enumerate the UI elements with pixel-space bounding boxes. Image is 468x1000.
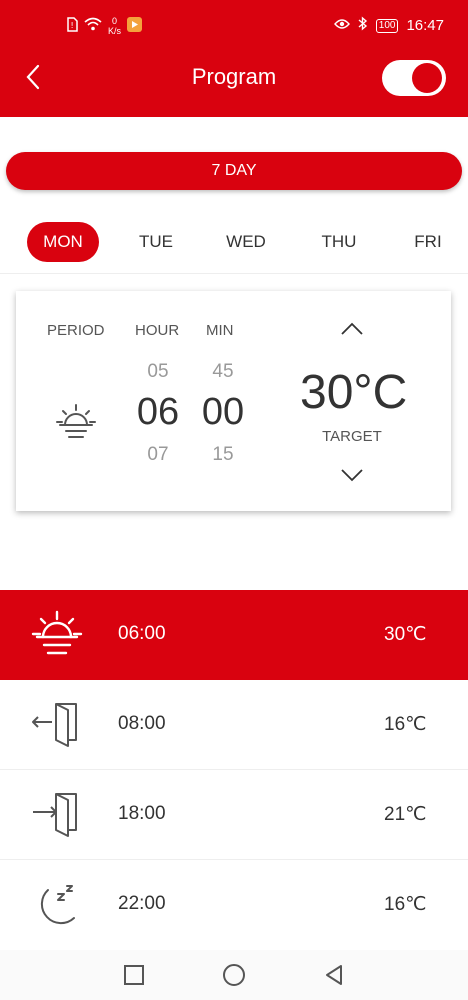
- eye-icon: [333, 17, 350, 34]
- chevron-down-icon: [341, 469, 363, 482]
- tab-tue[interactable]: TUE: [126, 222, 186, 262]
- tab-mon[interactable]: MON: [27, 222, 99, 262]
- chevron-up-icon: [341, 322, 363, 335]
- home-button[interactable]: [222, 963, 246, 987]
- status-left: ! 0 K/s: [66, 16, 143, 36]
- status-bar: ! 0 K/s 100 16:47: [0, 0, 468, 50]
- triangle-back-icon: [326, 965, 342, 985]
- hour-picker[interactable]: 05 06 07: [128, 361, 188, 466]
- program-enable-toggle[interactable]: [382, 60, 446, 96]
- network-speed-value: 0: [112, 16, 118, 26]
- status-right: 100 16:47: [333, 16, 444, 35]
- hour-next: 07: [147, 444, 169, 465]
- min-next: 15: [212, 444, 234, 465]
- hour-prev: 05: [147, 361, 169, 382]
- program-row[interactable]: 06:00 30℃: [0, 590, 468, 680]
- min-label: MIN: [206, 322, 234, 339]
- temp-down-button[interactable]: [339, 467, 365, 483]
- network-speed: 0 K/s: [108, 16, 121, 36]
- clock: 16:47: [406, 17, 444, 34]
- app-notification-icon: [127, 16, 143, 36]
- program-icon: [30, 790, 84, 840]
- program-temp: 16℃: [384, 714, 427, 735]
- network-speed-unit: K/s: [108, 26, 122, 36]
- target-temperature-value: 30: [300, 366, 354, 419]
- schedule-mode-button[interactable]: 7 DAY: [6, 152, 462, 190]
- tab-thu[interactable]: THU: [309, 222, 369, 262]
- hour-current: 06: [136, 391, 180, 433]
- period-label: PERIOD: [47, 322, 105, 339]
- program-row[interactable]: 18:00 21℃: [0, 770, 468, 860]
- return-home-icon: [33, 793, 77, 837]
- period-selector[interactable]: [54, 403, 98, 443]
- program-time: 18:00: [118, 803, 166, 824]
- wifi-icon: [84, 17, 102, 35]
- system-nav-bar: [0, 950, 468, 1000]
- circle-icon: [223, 964, 245, 986]
- header: ! 0 K/s 100 16:47 Program: [0, 0, 468, 117]
- leave-home-icon: [32, 703, 77, 747]
- program-time: 22:00: [118, 893, 166, 914]
- program-temp: 21℃: [384, 804, 427, 825]
- program-icon: [30, 880, 84, 930]
- sleep-icon: [40, 885, 75, 925]
- program-editor-card: PERIOD HOUR MIN 05 06 07 45 00 15 30°C T…: [16, 291, 451, 511]
- program-icon: [30, 700, 84, 750]
- sunrise-icon: [56, 404, 96, 438]
- day-tabs: MON TUE WED THU FRI: [0, 222, 468, 262]
- bluetooth-icon: [358, 16, 368, 35]
- sim-icon: !: [66, 16, 78, 36]
- min-current: 00: [201, 391, 245, 433]
- program-row[interactable]: 08:00 16℃: [0, 680, 468, 770]
- program-time: 06:00: [118, 623, 166, 644]
- tab-fri[interactable]: FRI: [402, 222, 454, 262]
- target-label: TARGET: [322, 428, 382, 445]
- program-temp: 30℃: [384, 624, 427, 645]
- temp-up-button[interactable]: [339, 321, 365, 337]
- app-bar: Program: [0, 50, 468, 117]
- program-row[interactable]: 22:00 16℃: [0, 860, 468, 950]
- battery-indicator: 100: [375, 18, 399, 33]
- toggle-knob: [412, 63, 442, 93]
- square-icon: [124, 965, 144, 985]
- sunrise-icon: [31, 610, 83, 655]
- tab-wed[interactable]: WED: [216, 222, 276, 262]
- nav-back-button[interactable]: [322, 963, 346, 987]
- target-temperature: 30°C: [300, 365, 408, 420]
- minute-picker[interactable]: 45 00 15: [193, 361, 253, 466]
- recents-button[interactable]: [122, 963, 146, 987]
- hour-label: HOUR: [135, 322, 180, 339]
- target-temperature-unit: °C: [353, 366, 408, 419]
- program-icon: [30, 610, 84, 660]
- program-temp: 16℃: [384, 894, 427, 915]
- min-prev: 45: [212, 361, 234, 382]
- divider: [0, 273, 468, 274]
- svg-text:!: !: [71, 21, 74, 30]
- program-time: 08:00: [118, 713, 166, 734]
